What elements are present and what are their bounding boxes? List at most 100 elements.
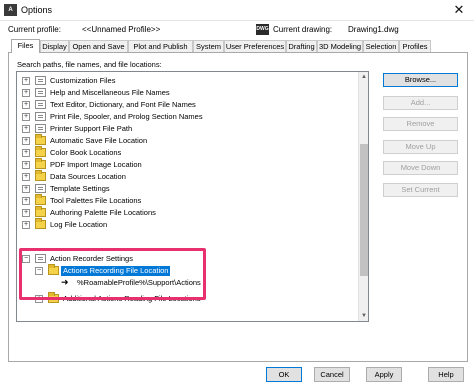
current-profile-label: Current profile: (8, 25, 61, 34)
tab-3d-modeling[interactable]: 3D Modeling (317, 40, 363, 52)
tab-strip: Files Display Open and Save Plot and Pub… (11, 39, 471, 53)
plus-icon[interactable]: + (22, 101, 30, 109)
ok-button[interactable]: OK (266, 367, 302, 382)
tab-drafting[interactable]: Drafting (286, 40, 317, 52)
tab-plot-and-publish[interactable]: Plot and Publish (128, 40, 193, 52)
profile-row: Current profile: <<Unnamed Profile>> DWG… (0, 24, 474, 38)
tree-item-label: Actions Recording File Location (61, 266, 171, 276)
search-paths-caption: Search paths, file names, and file locat… (17, 60, 162, 69)
cancel-button[interactable]: Cancel (314, 367, 350, 382)
app-icon: A (4, 4, 17, 16)
plus-icon[interactable]: + (22, 125, 30, 133)
move-up-button[interactable]: Move Up (383, 140, 458, 154)
folder-icon (35, 170, 46, 181)
tree-item-label: Automatic Save File Location (50, 136, 148, 145)
plus-icon[interactable]: + (22, 113, 30, 121)
scroll-up-icon[interactable]: ▲ (359, 72, 368, 82)
help-button[interactable]: Help (428, 367, 464, 382)
tree-item[interactable]: − Action Recorder Settings (17, 253, 357, 265)
close-icon[interactable]: ✕ (450, 2, 468, 18)
folder-icon (35, 134, 46, 145)
tree-item[interactable]: + Authoring Palette File Locations (17, 206, 357, 219)
plus-icon[interactable]: + (22, 149, 30, 157)
tab-files[interactable]: Files (11, 39, 40, 53)
tree-item[interactable]: + Color Book Locations (17, 146, 357, 159)
tree-item[interactable]: + Printer Support File Path (17, 123, 357, 135)
minus-icon[interactable]: − (22, 255, 30, 263)
document-icon (35, 76, 46, 85)
tree-item[interactable]: + PDF Import Image Location (17, 158, 357, 171)
document-icon (35, 124, 46, 133)
minus-icon[interactable]: − (35, 267, 43, 275)
browse-button[interactable]: Browse... (383, 73, 458, 87)
tree-item[interactable]: + Print File, Spooler, and Prolog Sectio… (17, 111, 357, 123)
current-drawing-value: Drawing1.dwg (348, 25, 399, 34)
apply-button[interactable]: Apply (366, 367, 402, 382)
plus-icon[interactable]: + (22, 77, 30, 85)
plus-icon[interactable]: + (35, 295, 43, 303)
add-button[interactable]: Add... (383, 96, 458, 110)
remove-button[interactable]: Remove (383, 117, 458, 131)
document-icon (35, 254, 46, 263)
folder-icon (35, 194, 46, 205)
tree-item-label: Print File, Spooler, and Prolog Section … (50, 112, 203, 121)
scroll-thumb[interactable] (360, 144, 368, 276)
folder-icon (48, 292, 59, 303)
tree-item[interactable]: + Log File Location (17, 218, 357, 231)
tree-item-label: Color Book Locations (50, 148, 122, 157)
tab-selection[interactable]: Selection (363, 40, 399, 52)
tab-profiles[interactable]: Profiles (399, 40, 431, 52)
file-locations-tree[interactable]: + Customization Files + Help and Miscell… (16, 71, 369, 322)
tab-system[interactable]: System (193, 40, 224, 52)
tree-item-selected[interactable]: − Actions Recording File Location (17, 264, 357, 277)
tree-item-label: Customization Files (50, 76, 116, 85)
plus-icon[interactable]: + (22, 185, 30, 193)
folder-icon (35, 158, 46, 169)
tree-item[interactable]: + Text Editor, Dictionary, and Font File… (17, 99, 357, 111)
tree-item[interactable]: + Tool Palettes File Locations (17, 194, 357, 207)
tree-item-label: Tool Palettes File Locations (50, 196, 142, 205)
plus-icon[interactable]: + (22, 161, 30, 169)
folder-icon (35, 206, 46, 217)
plus-icon[interactable]: + (22, 137, 30, 145)
current-profile-value: <<Unnamed Profile>> (82, 25, 161, 34)
drawing-icon: DWG (256, 24, 269, 35)
files-panel: Search paths, file names, and file locat… (8, 52, 468, 362)
tab-user-preferences[interactable]: User Preferences (224, 40, 286, 52)
move-down-button[interactable]: Move Down (383, 161, 458, 175)
tree-item-label: Additional Actions Reading File Location… (63, 294, 201, 303)
tree-item-label: Help and Miscellaneous File Names (50, 88, 170, 97)
tree-item-label: PDF Import Image Location (50, 160, 142, 169)
document-icon (35, 88, 46, 97)
tree-item[interactable]: + Customization Files (17, 75, 357, 87)
document-icon (35, 112, 46, 121)
tree-scrollbar[interactable]: ▲ ▼ (358, 72, 368, 321)
tab-open-and-save[interactable]: Open and Save (69, 40, 128, 52)
tree-item-label: Data Sources Location (50, 172, 126, 181)
tree-item[interactable]: + Automatic Save File Location (17, 134, 357, 147)
tree-item[interactable]: ➜ %RoamableProfile%\Support\Actions (17, 277, 357, 289)
current-drawing-label: Current drawing: (273, 25, 333, 34)
plus-icon[interactable]: + (22, 221, 30, 229)
arrow-right-icon: ➜ (61, 277, 69, 287)
tree-item[interactable]: + Template Settings (17, 183, 357, 195)
tab-display[interactable]: Display (40, 40, 69, 52)
tree-item-label: Authoring Palette File Locations (50, 208, 156, 217)
tree-item[interactable]: + Help and Miscellaneous File Names (17, 87, 357, 99)
document-icon (35, 184, 46, 193)
tree-item-label: Log File Location (50, 220, 108, 229)
scroll-down-icon[interactable]: ▼ (359, 311, 368, 321)
plus-icon[interactable]: + (22, 197, 30, 205)
tree-item[interactable]: + Additional Actions Reading File Locati… (17, 292, 357, 305)
document-icon (35, 100, 46, 109)
plus-icon[interactable]: + (22, 89, 30, 97)
tree-item-label: %RoamableProfile%\Support\Actions (77, 278, 201, 287)
set-current-button[interactable]: Set Current (383, 183, 458, 197)
tree-item[interactable]: + Data Sources Location (17, 170, 357, 183)
title-bar: A Options ✕ (0, 0, 474, 21)
plus-icon[interactable]: + (22, 209, 30, 217)
tree-item-label: Printer Support File Path (50, 124, 133, 133)
tree-item-label: Action Recorder Settings (50, 254, 133, 263)
plus-icon[interactable]: + (22, 173, 30, 181)
tree-item-label: Template Settings (50, 184, 110, 193)
